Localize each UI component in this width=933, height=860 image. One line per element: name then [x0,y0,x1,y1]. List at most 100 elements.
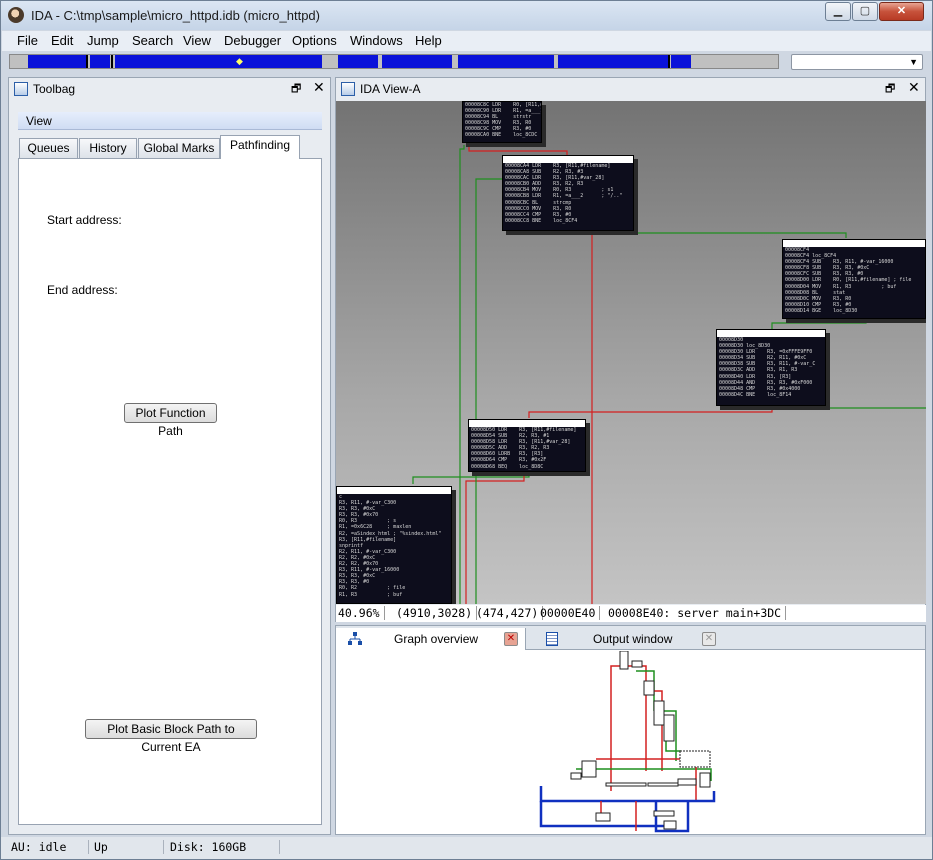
current-location: 00008E40: server main+3DC [608,606,787,620]
ida-view-panel: IDA View-A 🗗 ✕ 00008C8C LDR R0, [R11, 00… [335,77,926,622]
toolbag-panel: Toolbag 🗗 ✕ View Queues History Global M… [8,77,331,835]
ida-view-header: IDA View-A 🗗 ✕ [336,78,925,100]
overview-node [605,782,647,787]
view-header: View [18,112,322,130]
view-label: View [26,114,52,128]
ida-window: IDA - C:\tmp\sample\micro_httpd.idb (mic… [0,0,933,860]
edge [412,471,530,484]
menu-help[interactable]: Help [415,33,442,48]
tab-graph-overview[interactable]: Graph overview ✕ [336,628,526,650]
overview-node [663,820,677,830]
ida-app-icon [8,7,24,23]
graph-overview-title: Graph overview [394,632,479,646]
graph-node[interactable]: 00008CF4 00008CF4 loc_8CF4 00008CF4 SUB … [782,239,926,319]
menu-options[interactable]: Options [292,33,337,48]
graph-overview-icon [348,632,362,645]
close-icon[interactable]: ✕ [908,79,920,96]
close-icon[interactable]: ✕ [313,79,325,96]
graph-node[interactable]: 00008D50 LDR R3, [R11,#filename] 00008D5… [468,419,586,472]
plot-function-path-button[interactable]: Plot Function Path [124,403,217,438]
graph-node[interactable]: 00008C8C LDR R0, [R11,#filename] ; hayst… [462,101,542,143]
output-window-title: Output window [593,632,673,646]
graph-node[interactable]: 00008CA4 LDR R3, [R11,#filename] 00008CA… [502,155,634,231]
graph-node-code: 00008CA4 LDR R3, [R11,#filename] 00008CA… [505,163,623,224]
nav-position-marker: ◆ [236,56,243,66]
menu-file[interactable]: File [17,33,38,48]
close-window-button[interactable]: ✕ [879,2,924,21]
tab-history[interactable]: History [79,138,137,158]
overview-node [677,778,697,786]
overview-node [631,660,643,668]
mouse-coords: (474,427) [476,606,544,620]
overview-node [581,760,597,778]
overview-node [699,772,711,788]
disk-space: Disk: 160GB [170,840,280,854]
edge [468,145,568,155]
bottom-panel: Graph overview ✕ Output window ✕ [335,625,926,835]
toolbag-header: Toolbag 🗗 ✕ [9,78,330,100]
graph-node[interactable]: c R3, R11, #-var_C300 R3, R3, #0xC R3, R… [336,486,452,604]
overview-node [643,680,655,696]
graph-node-code: 00008D30 00008D30 loc_8D30 00008D30 LDR … [719,337,816,398]
maximize-button[interactable]: ▢ [852,2,878,21]
overview-node [619,651,629,670]
float-icon[interactable]: 🗗 [885,80,895,99]
menu-search[interactable]: Search [132,33,173,48]
menu-edit[interactable]: Edit [51,33,73,48]
pathfinding-body: Start address: End address: Plot Functio… [18,158,322,825]
window-icon [14,82,28,96]
graph-coords: (4910,3028) [396,606,478,620]
overview-edge [610,661,627,791]
end-address-label: End address: [47,283,118,297]
graph-node-code: 00008C8C LDR R0, [R11,#filename] ; hayst… [465,102,542,139]
status-bar: AU: idle Up Disk: 160GB [1,837,932,859]
disassembly-graph[interactable]: 00008C8C LDR R0, [R11,#filename] ; hayst… [336,101,926,604]
toolbag-title: Toolbag [33,82,76,96]
zoom-level: 40.96% [338,606,385,620]
tab-output-window[interactable]: Output window ✕ [536,628,726,650]
overview-node [570,772,582,780]
output-window-icon [546,632,558,646]
edge [571,231,847,238]
start-address-label: Start address: [47,213,122,227]
menu-windows[interactable]: Windows [350,33,403,48]
title-bar[interactable]: IDA - C:\tmp\sample\micro_httpd.idb (mic… [1,1,932,30]
close-icon[interactable]: ✕ [702,632,716,646]
graph-node-code: c R3, R11, #-var_C300 R3, R3, #0xC R3, R… [339,494,442,598]
edge [459,145,465,604]
overview-edge [539,786,716,803]
float-icon[interactable]: 🗗 [291,80,301,99]
graph-node-code: 00008D50 LDR R3, [R11,#filename] 00008D5… [471,427,577,470]
menu-view[interactable]: View [183,33,211,48]
menu-jump[interactable]: Jump [87,33,119,48]
overview-node [595,812,611,822]
graph-overview-canvas[interactable] [336,651,925,834]
menu-debugger[interactable]: Debugger [224,33,281,48]
segment-dropdown[interactable]: ▼ [791,54,923,70]
graph-overview-drawing [539,651,716,833]
edge [815,405,926,409]
analysis-state: Up [94,840,164,854]
ida-view-title: IDA View-A [360,82,421,96]
tab-global-marks[interactable]: Global Marks [138,138,220,158]
tab-queues[interactable]: Queues [19,138,78,158]
overview-node [679,750,711,768]
graph-node[interactable]: 00008D30 00008D30 loc_8D30 00008D30 LDR … [716,329,826,406]
edge [528,406,773,418]
plot-basic-block-path-button[interactable]: Plot Basic Block Path to Current EA [85,719,257,754]
menu-bar: File Edit Jump Search View Debugger Opti… [2,31,931,51]
close-icon[interactable]: ✕ [504,632,518,646]
edge [475,178,566,604]
overview-node [653,810,675,817]
autoanalysis-status: AU: idle [11,840,89,854]
overview-node [663,714,675,742]
graph-info-bar: 40.96% (4910,3028) (474,427) 00000E40 00… [336,605,926,622]
overview-node [647,782,679,787]
minimize-button[interactable]: ▁ [825,2,851,21]
edge [566,231,593,604]
window-icon [341,82,355,96]
dropdown-arrow-icon: ▼ [909,57,918,67]
tab-pathfinding[interactable]: Pathfinding [220,135,300,159]
navigation-band[interactable]: ◆ [9,54,779,69]
window-title: IDA - C:\tmp\sample\micro_httpd.idb (mic… [31,8,320,23]
